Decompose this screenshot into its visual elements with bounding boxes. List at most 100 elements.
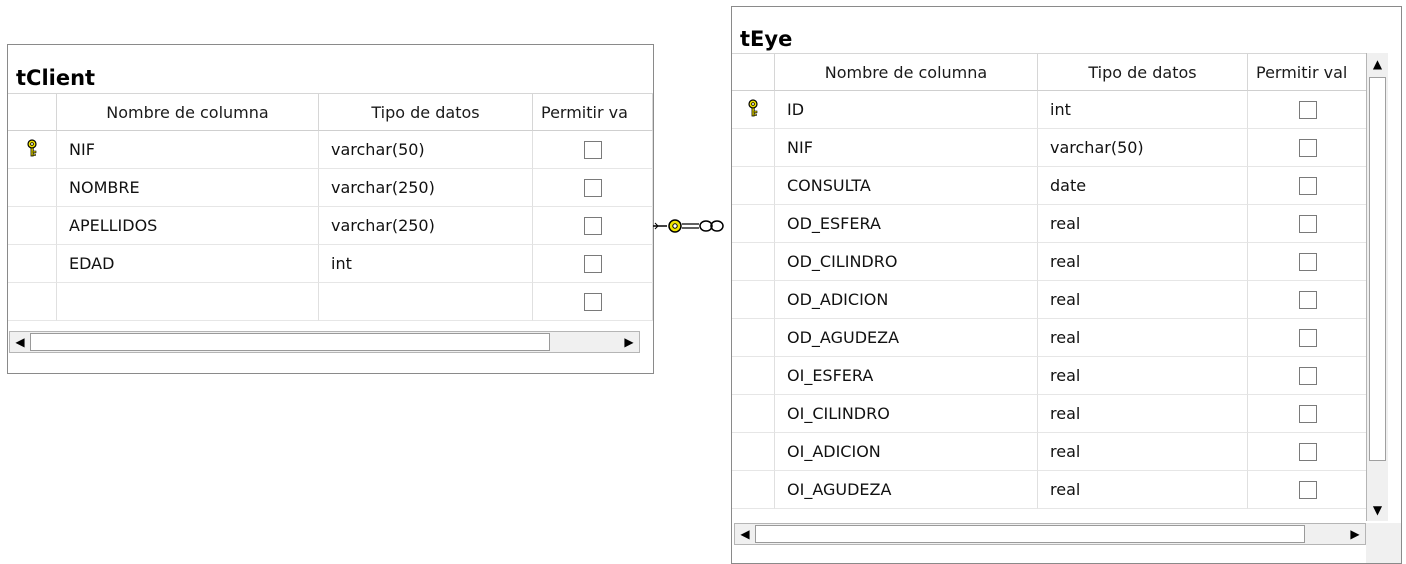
header-column-name[interactable]: Nombre de columna (57, 93, 319, 131)
data-type-cell[interactable]: varchar(250) (319, 207, 533, 245)
table-row[interactable]: OD_ESFERA real (732, 205, 1368, 243)
data-type-cell[interactable]: real (1038, 281, 1248, 319)
row-selector[interactable] (732, 205, 775, 243)
data-type-cell[interactable]: varchar(50) (319, 131, 533, 169)
column-name-cell[interactable]: NIF (775, 129, 1038, 167)
table-tclient[interactable]: tClient Nombre de columna Tipo de datos … (7, 44, 654, 374)
column-name-cell[interactable]: OD_CILINDRO (775, 243, 1038, 281)
table-row[interactable]: OI_AGUDEZA real (732, 471, 1368, 509)
allow-nulls-checkbox[interactable] (1298, 176, 1317, 195)
scroll-left-icon[interactable]: ◀ (10, 332, 30, 352)
scroll-thumb[interactable] (755, 525, 1305, 543)
allow-nulls-checkbox[interactable] (583, 140, 602, 159)
allow-nulls-checkbox[interactable] (583, 178, 602, 197)
table-row[interactable]: APELLIDOS varchar(250) (8, 207, 653, 245)
scroll-right-icon[interactable]: ▶ (1345, 524, 1365, 544)
table-row[interactable]: OI_ESFERA real (732, 357, 1368, 395)
column-name-cell[interactable]: EDAD (57, 245, 319, 283)
column-name-cell[interactable]: NIF (57, 131, 319, 169)
allow-nulls-checkbox[interactable] (1298, 404, 1317, 423)
data-type-cell[interactable]: varchar(50) (1038, 129, 1248, 167)
table-row[interactable]: NIF varchar(50) (732, 129, 1368, 167)
column-name-cell[interactable]: APELLIDOS (57, 207, 319, 245)
data-type-cell[interactable]: int (1038, 91, 1248, 129)
relationship-connector-icon[interactable] (653, 218, 726, 234)
table-row[interactable]: NIF varchar(50) (8, 131, 653, 169)
allow-nulls-checkbox[interactable] (583, 254, 602, 273)
row-selector[interactable] (732, 243, 775, 281)
data-type-cell[interactable]: real (1038, 433, 1248, 471)
row-selector[interactable] (8, 169, 57, 207)
allow-nulls-checkbox[interactable] (1298, 290, 1317, 309)
allow-nulls-checkbox[interactable] (1298, 328, 1317, 347)
data-type-cell[interactable]: int (319, 245, 533, 283)
allow-nulls-checkbox[interactable] (583, 216, 602, 235)
column-name-cell[interactable]: OI_CILINDRO (775, 395, 1038, 433)
data-type-cell[interactable] (319, 283, 533, 321)
column-name-cell[interactable]: OD_ESFERA (775, 205, 1038, 243)
table-title[interactable]: tClient (8, 58, 95, 90)
column-name-cell[interactable]: OI_AGUDEZA (775, 471, 1038, 509)
row-selector[interactable] (8, 283, 57, 321)
allow-nulls-checkbox[interactable] (1298, 214, 1317, 233)
table-row[interactable] (8, 283, 653, 321)
data-type-cell[interactable]: real (1038, 205, 1248, 243)
row-selector[interactable] (732, 471, 775, 509)
row-selector[interactable] (8, 131, 57, 169)
scroll-down-icon[interactable]: ▼ (1367, 499, 1388, 521)
table-row[interactable]: OD_ADICION real (732, 281, 1368, 319)
table-row[interactable]: OD_CILINDRO real (732, 243, 1368, 281)
table-title[interactable]: tEye (732, 21, 792, 51)
allow-nulls-checkbox[interactable] (1298, 480, 1317, 499)
table-row[interactable]: NOMBRE varchar(250) (8, 169, 653, 207)
data-type-cell[interactable]: real (1038, 243, 1248, 281)
horizontal-scrollbar[interactable]: ◀ ▶ (9, 331, 640, 353)
table-row[interactable]: CONSULTA date (732, 167, 1368, 205)
column-name-cell[interactable] (57, 283, 319, 321)
row-selector[interactable] (732, 281, 775, 319)
table-row[interactable]: OD_AGUDEZA real (732, 319, 1368, 357)
table-row[interactable]: EDAD int (8, 245, 653, 283)
row-selector[interactable] (732, 167, 775, 205)
row-selector[interactable] (732, 129, 775, 167)
allow-nulls-checkbox[interactable] (583, 292, 602, 311)
table-row[interactable]: OI_CILINDRO real (732, 395, 1368, 433)
allow-nulls-checkbox[interactable] (1298, 138, 1317, 157)
allow-nulls-checkbox[interactable] (1298, 100, 1317, 119)
data-type-cell[interactable]: real (1038, 319, 1248, 357)
row-selector[interactable] (732, 395, 775, 433)
allow-nulls-checkbox[interactable] (1298, 252, 1317, 271)
column-name-cell[interactable]: CONSULTA (775, 167, 1038, 205)
header-data-type[interactable]: Tipo de datos (319, 93, 533, 131)
table-teye[interactable]: tEye Nombre de columna Tipo de datos Per… (731, 6, 1402, 564)
table-row[interactable]: OI_ADICION real (732, 433, 1368, 471)
data-type-cell[interactable]: date (1038, 167, 1248, 205)
scroll-left-icon[interactable]: ◀ (735, 524, 755, 544)
column-name-cell[interactable]: OD_ADICION (775, 281, 1038, 319)
column-name-cell[interactable]: ID (775, 91, 1038, 129)
header-column-name[interactable]: Nombre de columna (775, 53, 1038, 91)
row-selector[interactable] (732, 91, 775, 129)
row-selector[interactable] (732, 357, 775, 395)
scroll-track[interactable] (1305, 524, 1345, 544)
row-selector[interactable] (8, 245, 57, 283)
scroll-thumb[interactable] (30, 333, 550, 351)
scroll-track[interactable] (550, 332, 619, 352)
allow-nulls-checkbox[interactable] (1298, 366, 1317, 385)
row-selector[interactable] (732, 319, 775, 357)
table-row[interactable]: ID int (732, 91, 1368, 129)
column-name-cell[interactable]: OI_ADICION (775, 433, 1038, 471)
column-name-cell[interactable]: OI_ESFERA (775, 357, 1038, 395)
data-type-cell[interactable]: varchar(250) (319, 169, 533, 207)
scroll-up-icon[interactable]: ▲ (1367, 53, 1388, 75)
allow-nulls-checkbox[interactable] (1298, 442, 1317, 461)
row-selector[interactable] (732, 433, 775, 471)
data-type-cell[interactable]: real (1038, 395, 1248, 433)
header-data-type[interactable]: Tipo de datos (1038, 53, 1248, 91)
column-name-cell[interactable]: OD_AGUDEZA (775, 319, 1038, 357)
row-selector[interactable] (8, 207, 57, 245)
horizontal-scrollbar[interactable]: ◀ ▶ (734, 523, 1366, 545)
vertical-scrollbar[interactable]: ▲ ▼ (1366, 53, 1388, 521)
data-type-cell[interactable]: real (1038, 357, 1248, 395)
header-allow-nulls[interactable]: Permitir val (1248, 53, 1368, 91)
